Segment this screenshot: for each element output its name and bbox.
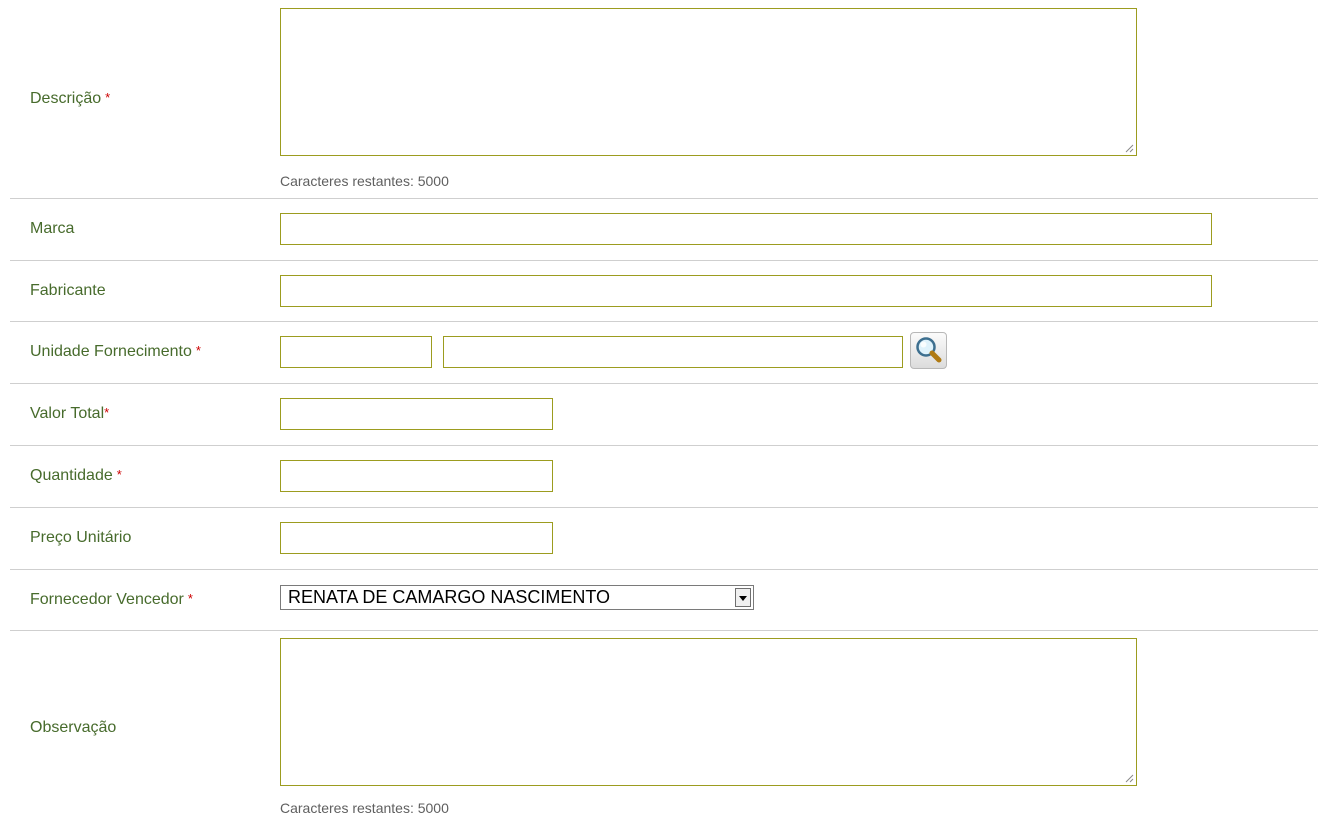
observacao-label: Observação	[30, 719, 117, 736]
row-divider	[10, 507, 1318, 508]
required-marker: *	[195, 343, 201, 358]
search-icon	[916, 337, 942, 363]
quantidade-input[interactable]	[280, 460, 553, 492]
unidade-lookup-button[interactable]	[910, 332, 947, 369]
observacao-textarea[interactable]	[280, 638, 1137, 786]
preco-unitario-input[interactable]	[280, 522, 553, 554]
row-divider	[10, 630, 1318, 631]
marca-label: Marca	[30, 220, 75, 237]
row-divider	[10, 569, 1318, 570]
valor-total-label: Valor Total*	[30, 405, 110, 422]
fornecedor-selected-value: RENATA DE CAMARGO NASCIMENTO	[288, 587, 611, 607]
resize-grip-icon[interactable]	[1124, 143, 1134, 153]
unidade-fornecimento-label: Unidade Fornecimento *	[30, 343, 201, 360]
required-marker: *	[104, 405, 110, 420]
dropdown-button[interactable]	[735, 588, 751, 607]
preco-unitario-label: Preço Unitário	[30, 529, 132, 546]
fabricante-label: Fabricante	[30, 282, 106, 299]
resize-grip-icon[interactable]	[1124, 773, 1134, 783]
observacao-char-counter: Caracteres restantes: 5000	[280, 800, 449, 816]
descricao-char-counter: Caracteres restantes: 5000	[280, 173, 449, 189]
chevron-down-icon	[739, 596, 747, 601]
fornecedor-vencedor-select[interactable]: RENATA DE CAMARGO NASCIMENTO	[280, 585, 754, 610]
descricao-textarea[interactable]	[280, 8, 1137, 156]
required-marker: *	[187, 591, 193, 606]
required-marker: *	[116, 467, 122, 482]
descricao-label: Descrição *	[30, 90, 111, 107]
marca-input[interactable]	[280, 213, 1212, 245]
required-marker: *	[105, 90, 111, 105]
fornecedor-vencedor-label: Fornecedor Vencedor *	[30, 591, 193, 608]
row-divider	[10, 198, 1318, 199]
row-divider	[10, 321, 1318, 322]
fabricante-input[interactable]	[280, 275, 1212, 307]
quantidade-label: Quantidade *	[30, 467, 122, 484]
unidade-code-input[interactable]	[280, 336, 432, 368]
valor-total-input[interactable]	[280, 398, 553, 430]
row-divider	[10, 260, 1318, 261]
unidade-description-input[interactable]	[443, 336, 903, 368]
row-divider	[10, 445, 1318, 446]
row-divider	[10, 383, 1318, 384]
